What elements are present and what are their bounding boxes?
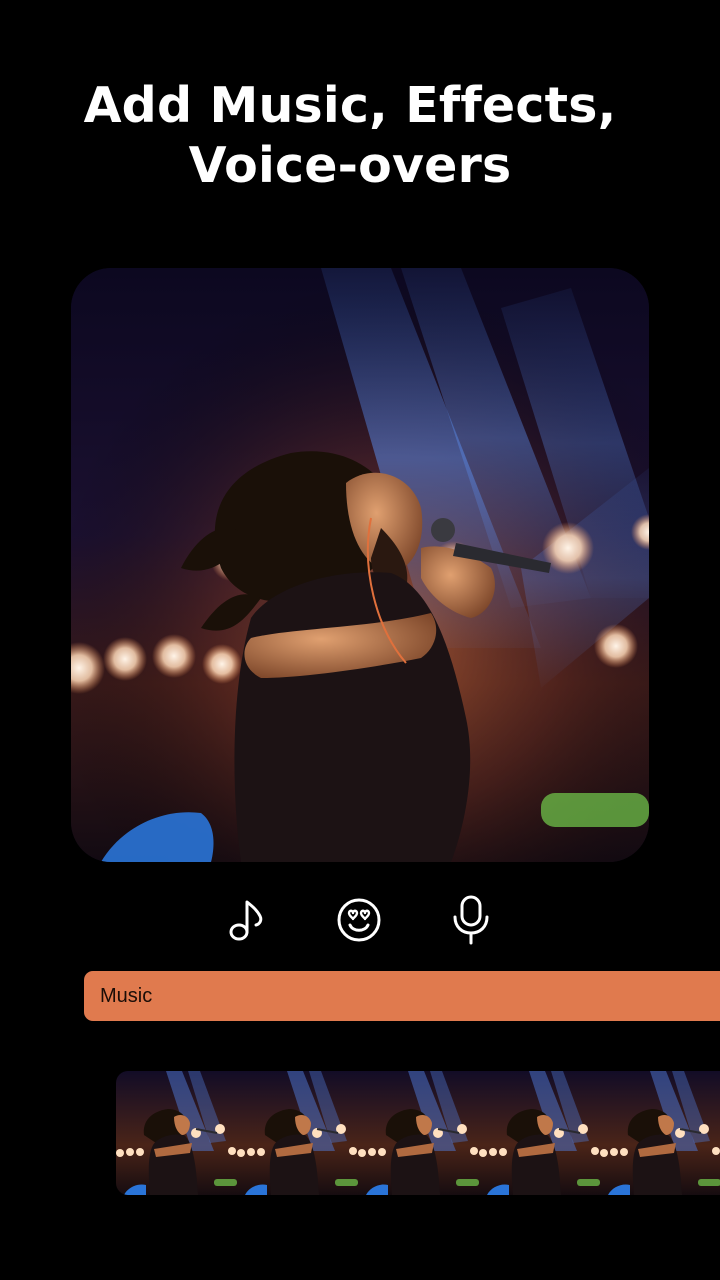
music-track-label: Music	[100, 984, 153, 1007]
concert-singer-thumbnail	[358, 1071, 479, 1195]
concert-singer-image	[71, 268, 649, 862]
music-note-icon	[229, 900, 263, 941]
music-tool-button[interactable]	[218, 890, 278, 950]
page-title: Add Music, Effects, Voice-overs	[0, 76, 700, 196]
filmstrip-frame	[479, 1071, 600, 1195]
filmstrip-frame	[116, 1071, 237, 1195]
page-title-line-1: Add Music, Effects,	[83, 77, 617, 134]
heart-eyes-emoji-icon	[337, 898, 381, 942]
video-preview[interactable]	[71, 268, 649, 862]
tool-bar	[0, 890, 720, 950]
music-track[interactable]: Music	[84, 971, 720, 1021]
voice-over-tool-button[interactable]	[441, 890, 501, 950]
microphone-icon	[453, 895, 489, 945]
filmstrip-frame	[358, 1071, 479, 1195]
video-timeline-filmstrip[interactable]	[116, 1071, 720, 1195]
concert-singer-thumbnail	[600, 1071, 720, 1195]
page-title-line-2: Voice-overs	[188, 137, 512, 194]
concert-singer-thumbnail	[237, 1071, 358, 1195]
concert-singer-thumbnail	[479, 1071, 600, 1195]
filmstrip-frame	[600, 1071, 720, 1195]
concert-singer-thumbnail	[116, 1071, 237, 1195]
effects-tool-button[interactable]	[329, 890, 389, 950]
filmstrip-frame	[237, 1071, 358, 1195]
